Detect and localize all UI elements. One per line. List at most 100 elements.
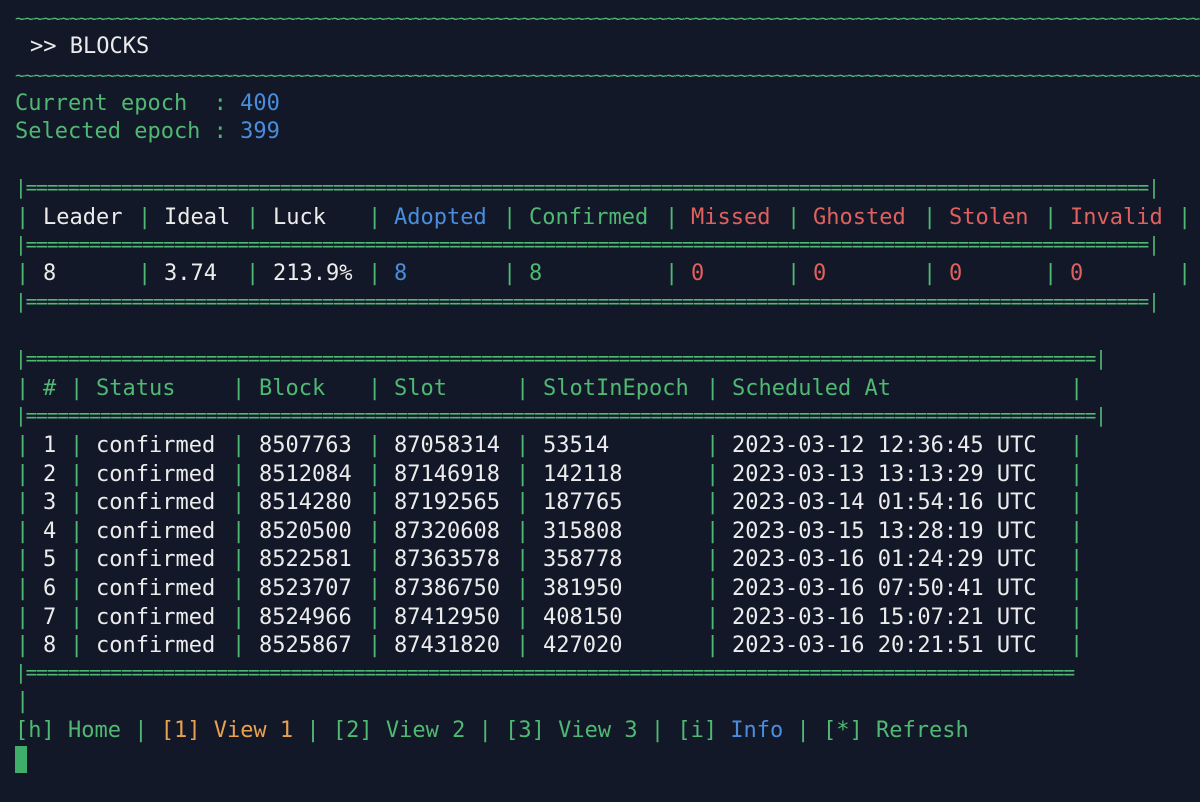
cell-slot: 87192565 (394, 490, 500, 516)
blocks-sep: | (16, 376, 30, 401)
blocks-sep: | (368, 518, 382, 544)
blocks-sep: | (1070, 547, 1084, 573)
cell-slot-in-epoch: 358778 (543, 547, 623, 573)
selected-epoch-label: Selected epoch : (15, 119, 241, 144)
cell-slot: 87320608 (394, 518, 500, 544)
blocks-sep: | (706, 490, 720, 516)
cell-block: 8525867 (259, 633, 352, 659)
cell-number: 6 (43, 576, 57, 601)
cell-status: confirmed (96, 633, 216, 659)
summary-header-missed: Missed (691, 205, 771, 230)
blocks-sep: | (368, 547, 382, 573)
summary-sep: | (665, 205, 679, 230)
summary-border-top: |=======================================… (15, 176, 1160, 199)
blocks-sep: | (70, 518, 84, 544)
blocks-sep: | (516, 376, 530, 401)
summary-sep: | (246, 261, 260, 286)
current-epoch-label: Current epoch : (15, 91, 241, 116)
cell-status: confirmed (96, 547, 216, 573)
blocks-sep: | (368, 604, 382, 630)
cell-scheduled-at: 2023-03-14 01:54:16 UTC (732, 490, 1037, 516)
cell-block: 8522581 (259, 547, 352, 573)
blocks-sep: | (232, 576, 246, 601)
summary-header-stolen: Stolen (949, 205, 1029, 230)
selected-epoch-line: Selected epoch : 399 (15, 118, 280, 146)
menu-sep: | (120, 718, 161, 743)
cell-slot-in-epoch: 408150 (543, 604, 623, 630)
cell-slot: 87386750 (394, 576, 500, 601)
summary-sep: | (787, 205, 801, 230)
menu-view-1[interactable]: [1] View 1 (161, 718, 293, 743)
blocks-header-status: Status (96, 376, 176, 401)
summary-sep: | (503, 261, 517, 286)
blocks-sep: | (70, 433, 84, 458)
blocks-sep: | (706, 633, 720, 659)
blocks-sep: | (368, 461, 382, 487)
cell-slot-in-epoch: 187765 (543, 490, 623, 516)
blocks-header-scheduled-at: Scheduled At (732, 376, 891, 401)
blocks-sep: | (16, 433, 30, 458)
blocks-sep: | (1070, 576, 1084, 601)
menu-refresh[interactable]: [*] Refresh (823, 718, 969, 743)
menu-info-key[interactable]: [i] (677, 718, 730, 743)
summary-header-ideal: Ideal (164, 205, 231, 230)
blocks-sep: | (516, 633, 530, 659)
summary-value-ghosted: 0 (813, 261, 827, 286)
summary-value-adopted: 8 (394, 261, 408, 286)
summary-value-leader: 8 (43, 261, 57, 286)
blocks-sep: | (516, 604, 530, 630)
cell-number: 1 (43, 433, 57, 458)
terminal-cursor (15, 746, 27, 773)
blocks-sep: | (706, 576, 720, 601)
cell-slot: 87058314 (394, 433, 500, 458)
summary-sep: | (923, 205, 937, 230)
blocks-sep: | (1070, 376, 1084, 401)
cell-slot: 87146918 (394, 461, 500, 487)
summary-value-ideal: 3.74 (164, 261, 217, 286)
blocks-sep: | (706, 461, 720, 487)
blocks-sep: | (70, 461, 84, 487)
summary-sep: | (246, 205, 260, 230)
summary-sep: | (16, 205, 30, 230)
blocks-sep: | (1070, 490, 1084, 516)
cell-status: confirmed (96, 576, 216, 601)
blocks-header-block: Block (259, 376, 326, 401)
menu-bar: [h] Home | [1] View 1 | [2] View 2 | [3]… (15, 717, 969, 745)
menu-view-2[interactable]: [2] View 2 (333, 718, 465, 743)
summary-sep: | (368, 261, 382, 286)
blocks-sep: | (232, 461, 246, 487)
menu-home[interactable]: [h] Home (15, 718, 121, 743)
cell-status: confirmed (96, 433, 216, 458)
blocks-border-top: |=======================================… (15, 347, 1107, 370)
cell-scheduled-at: 2023-03-16 20:21:51 UTC (732, 633, 1037, 659)
menu-info[interactable]: Info (730, 718, 783, 743)
cell-scheduled-at: 2023-03-15 13:28:19 UTC (732, 518, 1037, 544)
blocks-sep: | (368, 433, 382, 458)
menu-sep: | (465, 718, 506, 743)
blocks-sep: | (70, 376, 84, 401)
blocks-sep: | (16, 633, 30, 659)
blocks-sep: | (16, 547, 30, 573)
cell-slot: 87431820 (394, 633, 500, 659)
cell-status: confirmed (96, 461, 216, 487)
blocks-sep: | (516, 576, 530, 601)
menu-view-3[interactable]: [3] View 3 (505, 718, 637, 743)
cell-slot: 87412950 (394, 604, 500, 630)
blocks-sep: | (516, 518, 530, 544)
menu-sep: | (783, 718, 824, 743)
cell-block: 8524966 (259, 604, 352, 630)
summary-sep: | (1044, 261, 1058, 286)
blocks-sep: | (516, 433, 530, 458)
cell-scheduled-at: 2023-03-16 07:50:41 UTC (732, 576, 1037, 601)
blocks-sep: | (232, 433, 246, 458)
summary-header-luck: Luck (273, 205, 326, 230)
summary-value-stolen: 0 (949, 261, 963, 286)
summary-sep: | (923, 261, 937, 286)
blocks-sep: | (70, 604, 84, 630)
blocks-sep: | (232, 376, 246, 401)
blocks-sep: | (70, 633, 84, 659)
cell-block: 8507763 (259, 433, 352, 458)
blocks-sep: | (232, 547, 246, 573)
cell-scheduled-at: 2023-03-16 01:24:29 UTC (732, 547, 1037, 573)
summary-sep: | (16, 261, 30, 286)
